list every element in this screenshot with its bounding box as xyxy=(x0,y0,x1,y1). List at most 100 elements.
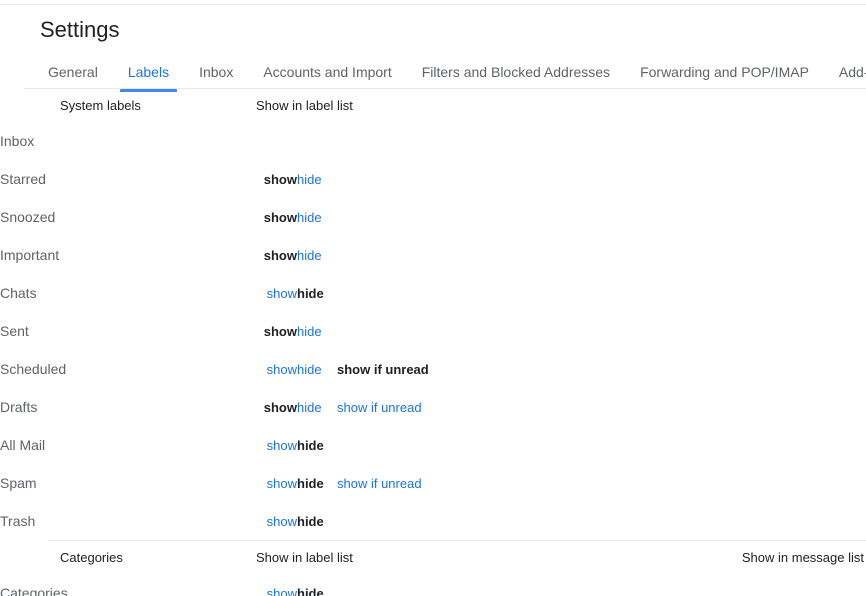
hide-option-important[interactable]: hide xyxy=(297,248,322,263)
show-cell: show xyxy=(248,160,297,198)
hide-option-trash: hide xyxy=(297,513,324,529)
hide-option-drafts[interactable]: hide xyxy=(297,400,322,415)
show-cell: show xyxy=(248,574,297,596)
label-name: Scheduled xyxy=(0,361,67,377)
hide-cell: hide xyxy=(297,502,337,540)
hide-cell: hide xyxy=(297,312,337,350)
spacer-cell xyxy=(457,236,739,274)
message-list-cell xyxy=(739,464,866,502)
show-option-drafts: show xyxy=(263,399,297,415)
message-list-cell xyxy=(739,236,866,274)
tab-filters-and-blocked-addresses[interactable]: Filters and Blocked Addresses xyxy=(414,56,618,92)
spacer-cell xyxy=(457,350,739,388)
section-categories: Categories Show in label list Show in mess… xyxy=(0,540,866,596)
hide-cell: hide xyxy=(297,574,337,596)
hide-cell: hide xyxy=(297,464,337,502)
table-header-row: Categories Show in label list Show in mess… xyxy=(0,541,866,574)
show-option-all-mail[interactable]: show xyxy=(267,438,297,453)
show-option-trash[interactable]: show xyxy=(267,514,297,529)
show-option-spam[interactable]: show xyxy=(267,476,297,491)
show-if-unread-cell: show if unread xyxy=(337,464,457,502)
hide-option-sent[interactable]: hide xyxy=(297,324,322,339)
hide-option-categories: hide xyxy=(297,585,324,596)
message-list-cell xyxy=(739,312,866,350)
label-name: Snoozed xyxy=(0,209,56,225)
show-if-unread-cell xyxy=(337,426,457,464)
message-list-cell xyxy=(739,574,866,596)
show-if-unread-cell xyxy=(337,122,457,160)
settings-header: Settings xyxy=(40,14,120,46)
hide-option-starred[interactable]: hide xyxy=(297,172,322,187)
hide-cell: hide xyxy=(297,274,337,312)
label-name: Important xyxy=(0,247,60,263)
tab-inbox[interactable]: Inbox xyxy=(191,56,241,92)
message-list-cell xyxy=(739,426,866,464)
labels-table-categories: Categories Show in label list Show in mess… xyxy=(0,541,866,596)
tab-forwarding-and-pop-imap[interactable]: Forwarding and POP/IMAP xyxy=(632,56,817,92)
label-name: Spam xyxy=(0,475,37,491)
label-name: Categories xyxy=(0,585,68,596)
tab-accounts-and-import[interactable]: Accounts and Import xyxy=(255,56,399,92)
spacer-cell xyxy=(457,122,739,160)
label-name: Chats xyxy=(0,285,37,301)
label-name: All Mail xyxy=(0,437,46,453)
show-cell: show xyxy=(248,388,297,426)
hide-cell: hide xyxy=(297,350,337,388)
show-if-unread-cell: show if unread xyxy=(337,388,457,426)
table-row: Snoozed show hide xyxy=(0,198,866,236)
column-header-show-in-label-list: Show in label list xyxy=(256,98,353,113)
hide-cell: hide xyxy=(297,426,337,464)
show-if-unread-cell xyxy=(337,502,457,540)
column-header-section-title: System labels xyxy=(60,98,141,113)
show-if-unread-cell xyxy=(337,312,457,350)
table-row: Trash show hide xyxy=(0,502,866,540)
spacer-cell xyxy=(457,426,739,464)
show-option-starred: show xyxy=(263,171,297,187)
hide-option-scheduled[interactable]: hide xyxy=(297,362,322,377)
table-row: Spam show hide show if unread xyxy=(0,464,866,502)
table-row: Sent show hide xyxy=(0,312,866,350)
hide-option-spam: hide xyxy=(297,475,324,491)
table-header-row: System labels Show in label list xyxy=(0,89,866,122)
show-if-unread-option-drafts[interactable]: show if unread xyxy=(337,400,422,415)
show-cell: show xyxy=(248,236,297,274)
label-name: Sent xyxy=(0,323,29,339)
show-cell: show xyxy=(248,198,297,236)
section-system-labels: System labels Show in label list Inbox Star… xyxy=(0,89,866,540)
message-list-cell xyxy=(739,350,866,388)
hide-option-snoozed[interactable]: hide xyxy=(297,210,322,225)
table-row: Important show hide xyxy=(0,236,866,274)
show-if-unread-option-spam[interactable]: show if unread xyxy=(337,476,422,491)
show-option-chats[interactable]: show xyxy=(267,286,297,301)
window-top-divider xyxy=(0,4,866,5)
table-row: All Mail show hide xyxy=(0,426,866,464)
spacer-cell xyxy=(457,574,739,596)
show-option-categories[interactable]: show xyxy=(267,586,297,596)
table-row: Starred show hide xyxy=(0,160,866,198)
tab-labels[interactable]: Labels xyxy=(119,56,178,92)
show-option-sent: show xyxy=(263,323,297,339)
message-list-cell xyxy=(739,502,866,540)
show-if-unread-cell xyxy=(337,160,457,198)
show-option-scheduled[interactable]: show xyxy=(267,362,297,377)
show-option-snoozed: show xyxy=(263,209,297,225)
show-if-unread-cell: show if unread xyxy=(337,350,457,388)
message-list-cell xyxy=(739,122,866,160)
page-title: Settings xyxy=(40,17,120,42)
show-if-unread-cell xyxy=(337,236,457,274)
spacer-cell xyxy=(457,160,739,198)
hide-cell: hide xyxy=(297,236,337,274)
label-name: Inbox xyxy=(0,133,35,149)
hide-cell xyxy=(297,122,337,160)
column-header-show-in-label-list: Show in label list xyxy=(256,550,353,565)
tab-general[interactable]: General xyxy=(40,56,106,92)
show-cell: show xyxy=(248,426,297,464)
label-name: Starred xyxy=(0,171,46,187)
show-option-important: show xyxy=(263,247,297,263)
tab-add-ons[interactable]: Add-ons xyxy=(831,56,866,92)
hide-cell: hide xyxy=(297,198,337,236)
spacer-cell xyxy=(457,464,739,502)
show-cell: show xyxy=(248,312,297,350)
show-cell: show xyxy=(248,274,297,312)
hide-cell: hide xyxy=(297,388,337,426)
